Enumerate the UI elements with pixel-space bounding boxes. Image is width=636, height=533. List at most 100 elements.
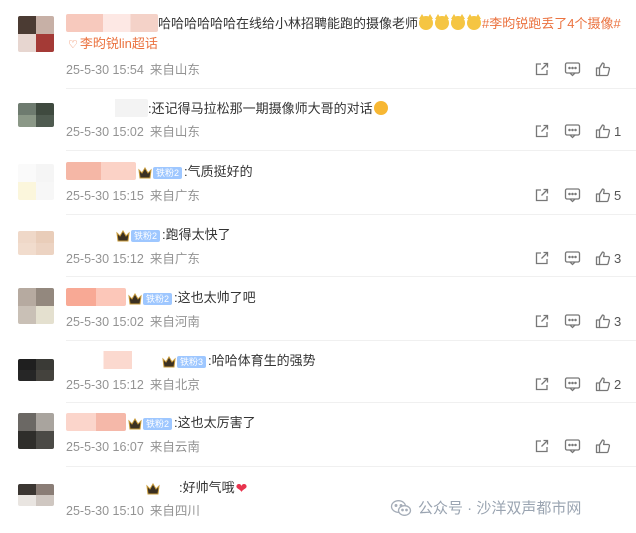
comment-icon — [564, 251, 581, 266]
thumbs-up-icon — [595, 439, 611, 454]
cat-emoji-icon — [435, 14, 450, 30]
share-icon — [535, 188, 549, 202]
like-button[interactable]: 2 — [595, 376, 622, 392]
comment-meta: 25-5-30 15:54 来自山东 — [66, 62, 200, 78]
share-button[interactable] — [534, 123, 550, 139]
comment-actions: 5 — [520, 186, 622, 204]
comment-button[interactable] — [564, 61, 581, 77]
fan-badge[interactable]: 铁粉2 — [128, 293, 173, 305]
comment-date: 25-5-30 15:02 — [66, 315, 144, 329]
thumbs-up-icon — [595, 62, 611, 77]
share-icon — [535, 439, 549, 453]
avatar[interactable] — [18, 288, 54, 324]
topic-link[interactable]: #李昀锐跑丢了4个摄像# — [482, 16, 621, 31]
comment-icon — [564, 439, 581, 454]
laugh-emoji-icon — [373, 101, 388, 115]
fan-badge[interactable] — [146, 483, 177, 495]
comment-text: :好帅气哦❤ — [66, 478, 248, 498]
like-button[interactable] — [595, 61, 622, 77]
comment-button[interactable] — [564, 250, 581, 266]
cat-emoji-icon — [419, 14, 434, 30]
share-button[interactable] — [534, 250, 550, 266]
comment-actions: 3 — [520, 249, 622, 267]
fan-badge[interactable]: 铁粉2 — [116, 230, 161, 242]
share-icon — [535, 124, 549, 138]
avatar[interactable] — [18, 413, 54, 449]
crown-icon — [138, 167, 152, 179]
share-button[interactable] — [534, 313, 550, 329]
comment-location: 来自山东 — [149, 63, 200, 77]
comment-button[interactable] — [564, 376, 581, 392]
badge-label: 铁粉2 — [143, 418, 173, 430]
like-count: 3 — [614, 313, 622, 329]
like-count: 2 — [614, 376, 622, 392]
wechat-icon — [390, 499, 412, 516]
comment-button[interactable] — [564, 123, 581, 139]
comment-meta: 25-5-30 15:02 来自河南 — [66, 314, 200, 330]
share-button[interactable] — [534, 61, 550, 77]
share-button[interactable] — [534, 438, 550, 454]
username-blur[interactable] — [66, 478, 144, 496]
like-button[interactable]: 1 — [595, 123, 622, 139]
username-blur[interactable] — [66, 225, 114, 243]
fan-badge[interactable]: 铁粉2 — [128, 418, 173, 430]
comment-body: :这也太厉害了 — [174, 415, 256, 430]
comment-body: :哈哈体育生的强势 — [208, 353, 316, 368]
thumbs-up-icon — [595, 188, 611, 203]
fan-badge[interactable]: 铁粉2 — [138, 167, 183, 179]
avatar[interactable] — [18, 164, 54, 200]
comment-date: 25-5-30 15:54 — [66, 63, 144, 77]
comment-date: 25-5-30 15:12 — [66, 252, 144, 266]
watermark-text: 公众号 · 沙洋双声都市网 — [418, 500, 582, 517]
like-button[interactable] — [595, 438, 622, 454]
avatar[interactable] — [18, 103, 54, 127]
comment-actions: 2 — [520, 375, 622, 393]
thumbs-up-icon — [595, 377, 611, 392]
username-blur[interactable] — [66, 413, 126, 431]
comment-location: 来自广东 — [149, 252, 200, 266]
comment-button[interactable] — [564, 313, 581, 329]
badge-label: 铁粉2 — [143, 293, 173, 305]
username-blur[interactable] — [66, 14, 158, 32]
username-blur[interactable] — [66, 351, 160, 369]
divider — [66, 276, 636, 277]
comment-body: :好帅气哦 — [179, 480, 235, 495]
divider — [66, 402, 636, 403]
comment-icon — [564, 314, 581, 329]
comment-location: 来自云南 — [149, 440, 200, 454]
comment-body: 哈哈哈哈哈哈在线给小林招聘能跑的摄像老师 — [158, 16, 419, 31]
avatar[interactable] — [18, 16, 54, 52]
crown-icon — [162, 356, 176, 368]
share-icon — [535, 62, 549, 76]
super-topic-link[interactable]: 李昀锐lin超话 — [80, 36, 158, 51]
comment-button[interactable] — [564, 438, 581, 454]
crown-icon — [128, 418, 142, 430]
fan-badge[interactable]: 铁粉3 — [162, 356, 207, 368]
divider — [66, 214, 636, 215]
badge-label: 铁粉2 — [131, 230, 161, 242]
badge-label: 铁粉3 — [177, 356, 207, 368]
username-blur[interactable] — [66, 288, 126, 306]
like-button[interactable]: 3 — [595, 250, 622, 266]
comment-date: 25-5-30 15:12 — [66, 378, 144, 392]
divider — [66, 150, 636, 151]
comment-text: 铁粉3:哈哈体育生的强势 — [66, 351, 316, 371]
avatar[interactable] — [18, 359, 54, 381]
comment-date: 25-5-30 15:10 — [66, 504, 144, 518]
comment-date: 25-5-30 15:02 — [66, 125, 144, 139]
share-icon — [535, 251, 549, 265]
avatar[interactable] — [18, 484, 54, 506]
username-blur[interactable] — [66, 99, 148, 117]
share-button[interactable] — [534, 187, 550, 203]
like-button[interactable]: 5 — [595, 187, 622, 203]
comment-actions — [520, 60, 622, 78]
avatar[interactable] — [18, 231, 54, 255]
share-icon — [535, 314, 549, 328]
comment-button[interactable] — [564, 187, 581, 203]
badge-label: 铁粉2 — [153, 167, 183, 179]
like-button[interactable]: 3 — [595, 313, 622, 329]
comment-meta: 25-5-30 15:15 来自广东 — [66, 188, 200, 204]
share-button[interactable] — [534, 376, 550, 392]
username-blur[interactable] — [66, 162, 136, 180]
cat-emoji-icon — [451, 14, 466, 30]
